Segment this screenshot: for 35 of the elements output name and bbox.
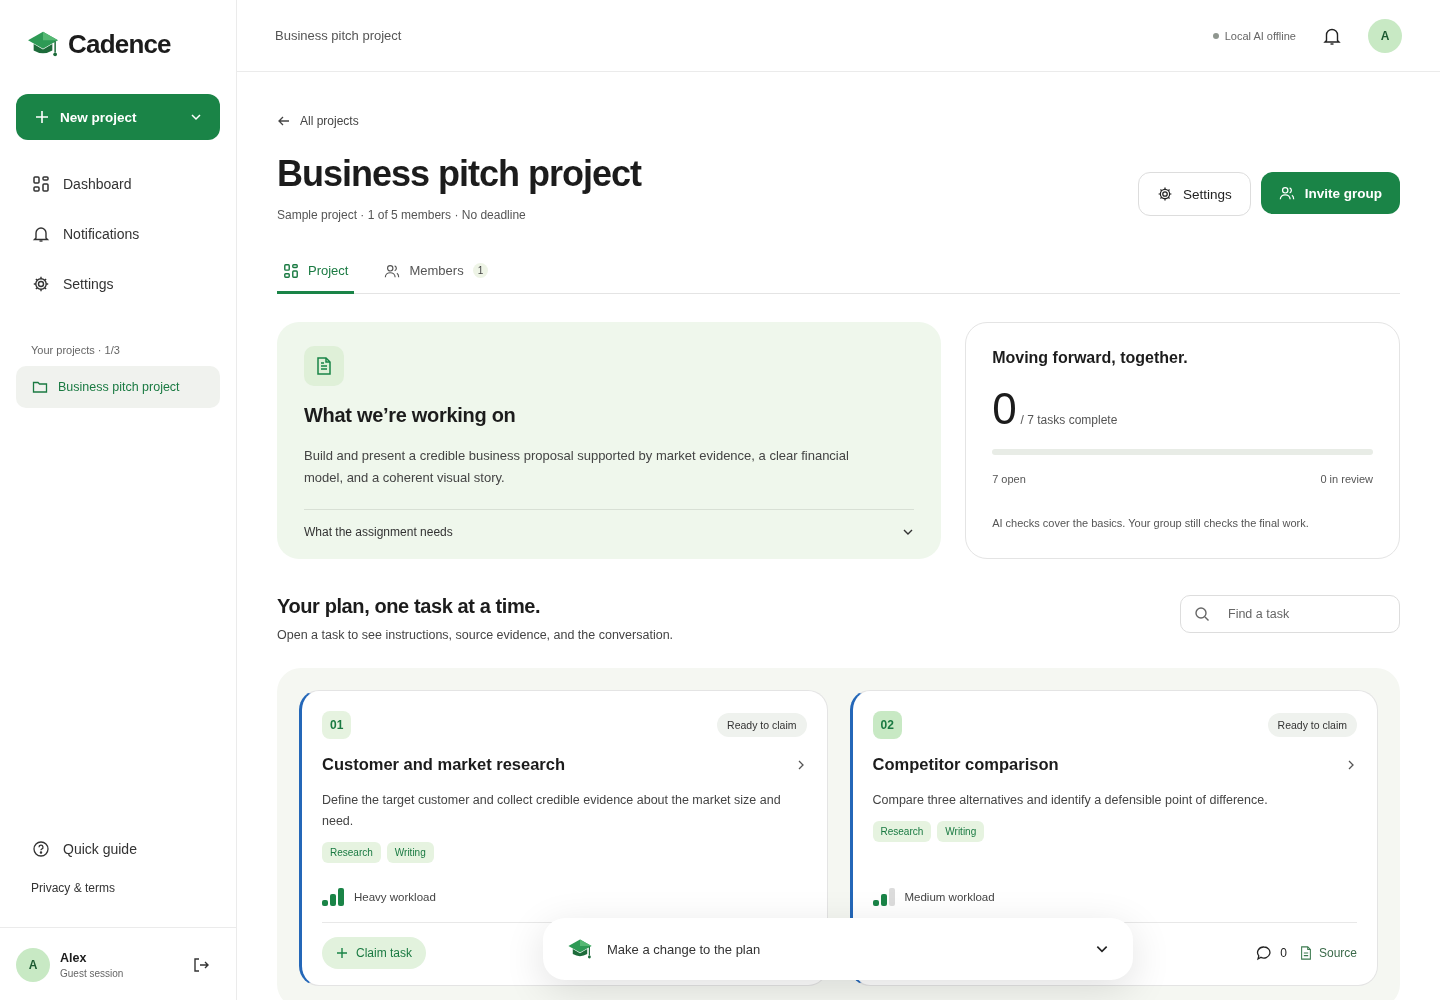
workload-label: Medium workload [904, 891, 995, 903]
tag: Writing [386, 842, 434, 863]
progress-note: AI checks cover the basics. Your group still checks the final work. [992, 517, 1310, 529]
project-meta: Sample project · 1 of 5 members · No deadline [277, 208, 527, 222]
review-count: 0 in review [1320, 473, 1373, 485]
task-number: 01 [322, 711, 352, 739]
tag: Research [872, 821, 932, 842]
session-label: Guest session [60, 968, 125, 979]
plan-subtitle: Open a task to see instructions, source evidence, and the conversation. [277, 628, 674, 642]
brief-description: Build and present a credible business proposal supported by market evidence, a clear financial model, and a coherent visual story. [304, 447, 850, 487]
comment-count: 0 [1280, 946, 1287, 960]
task-title: Customer and market research [322, 755, 566, 774]
completed-count: 0 [992, 387, 1017, 431]
plan-title: Your plan, one task at a time. [277, 595, 542, 618]
page-title: Business pitch project [277, 152, 642, 196]
task-number: 02 [872, 711, 902, 739]
ai-status: Local AI offline [1224, 29, 1296, 42]
count-badge: 1 [472, 263, 489, 278]
brief-title: What we’re working on [304, 404, 517, 427]
user-avatar: A [16, 948, 50, 982]
progress-title: Moving forward, together. [992, 349, 1189, 367]
total-tasks: / 7 tasks complete [1020, 413, 1118, 427]
task-description: Compare three alternatives and identify a defensible point of difference. [872, 792, 1269, 809]
tag: Writing [937, 821, 985, 842]
task-title: Competitor comparison [872, 755, 1059, 774]
projects-heading: Your projects · 1/3 [30, 344, 121, 356]
user-name: Alex [60, 951, 88, 965]
task-description: Define the target customer and collect credible evidence about the market size and need. [322, 792, 782, 830]
open-count: 7 open [992, 473, 1026, 485]
brand-name: Cadence [68, 28, 171, 60]
breadcrumb: Business pitch project [275, 28, 402, 43]
tag: Research [322, 842, 381, 863]
status-pill: Ready to claim [1267, 713, 1357, 737]
status-pill: Ready to claim [717, 713, 807, 737]
workload-label: Heavy workload [354, 891, 436, 903]
